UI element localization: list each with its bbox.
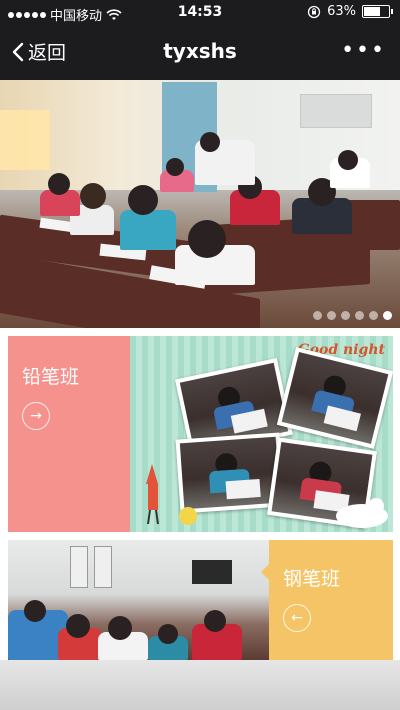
- collage-photo: [276, 347, 393, 449]
- pencil-class-photo-collage: Good night: [130, 336, 393, 532]
- more-menu-button[interactable]: •••: [341, 38, 386, 63]
- classroom-scroll: [94, 546, 112, 588]
- carousel-dot[interactable]: [369, 311, 378, 320]
- status-bar: 中国移动 14:53 63%: [0, 0, 400, 26]
- pen-class-student-head: [204, 610, 226, 632]
- navigation-bar: 返回 tyxshs •••: [0, 26, 400, 80]
- page-title: tyxshs: [163, 39, 237, 63]
- carousel-dot[interactable]: [383, 311, 392, 320]
- banner-carousel[interactable]: [0, 80, 400, 328]
- pen-label-box: 钢笔班 ←: [261, 540, 393, 660]
- banner-photo-board: [300, 94, 372, 128]
- pen-class-photo: [8, 540, 269, 660]
- cloud-illustration-icon: [336, 498, 388, 528]
- classroom-tv: [192, 560, 232, 584]
- banner-student-head: [166, 158, 184, 176]
- rotation-lock-icon: [307, 5, 321, 18]
- pen-class-student-head: [158, 624, 178, 644]
- banner-student-head: [128, 185, 158, 215]
- bottom-toolbar-area: [0, 660, 400, 710]
- battery-icon: [362, 5, 393, 18]
- course-card-pen[interactable]: 钢笔班 ←: [8, 540, 393, 660]
- course-card-pencil[interactable]: 铅笔班 → Good night: [8, 336, 393, 532]
- ball-illustration-icon: [179, 507, 197, 525]
- pen-course-label: 钢笔班: [283, 568, 341, 590]
- banner-student-head: [80, 183, 106, 209]
- carousel-dot[interactable]: [355, 311, 364, 320]
- pen-class-student-head: [66, 614, 90, 638]
- pen-class-student-head: [24, 600, 46, 622]
- carousel-dot[interactable]: [313, 311, 322, 320]
- arrow-right-icon[interactable]: →: [22, 402, 50, 430]
- classroom-scroll: [70, 546, 88, 588]
- battery-percent: 63%: [327, 4, 356, 19]
- arrow-left-icon[interactable]: ←: [283, 604, 311, 632]
- banner-student-head: [48, 173, 70, 195]
- carousel-pager: [313, 311, 392, 320]
- carousel-dot[interactable]: [341, 311, 350, 320]
- status-right: 63%: [307, 4, 393, 19]
- banner-photo-window: [0, 110, 50, 170]
- pencil-label-box: 铅笔班 →: [8, 336, 138, 532]
- pen-class-student-head: [108, 616, 132, 640]
- pencil-course-label: 铅笔班: [22, 366, 80, 388]
- banner-student-head: [188, 220, 226, 258]
- fox-illustration-icon: [146, 464, 159, 525]
- banner-student-shirt: [120, 210, 176, 250]
- banner-student-head: [338, 150, 358, 170]
- carousel-dot[interactable]: [327, 311, 336, 320]
- banner-teacher-head: [200, 132, 220, 152]
